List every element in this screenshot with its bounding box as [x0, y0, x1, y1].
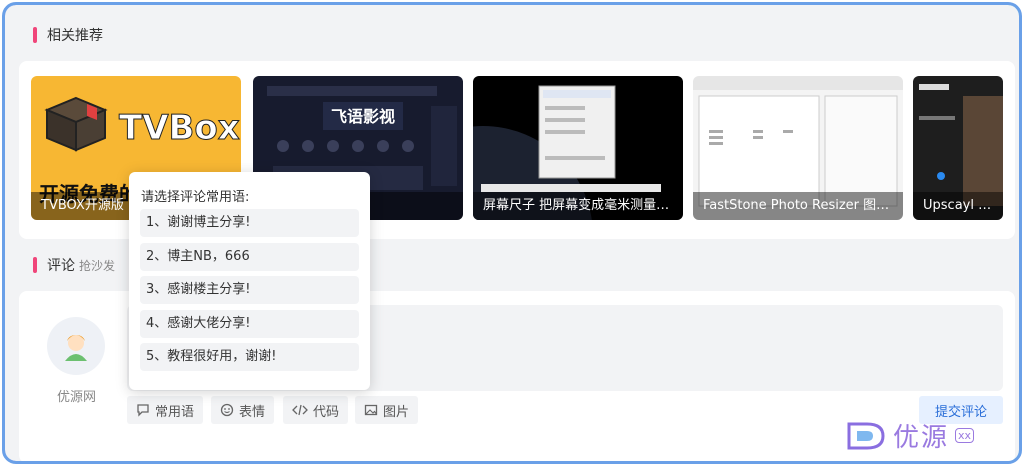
- image-label: 图片: [383, 404, 410, 420]
- phrase-item[interactable]: 5、教程很好用，谢谢!: [140, 343, 359, 371]
- box-icon: [44, 96, 108, 152]
- svg-text:飞语影视: 飞语影视: [331, 107, 395, 126]
- user-name: 优源网: [57, 390, 97, 405]
- watermark-logo-icon: [847, 422, 885, 449]
- phrase-item[interactable]: 1、谢谢博主分享!: [140, 209, 359, 237]
- related-card-3[interactable]: 屏幕尺子 把屏幕变成毫米测量…: [473, 76, 683, 220]
- site-watermark: 优源 xx: [845, 417, 975, 454]
- related-card-4[interactable]: FastStone Photo Resizer 图…: [693, 76, 903, 220]
- avatar: [47, 317, 105, 375]
- emoji-button[interactable]: 表情: [211, 396, 275, 424]
- comments-subtitle: 抢沙发: [79, 258, 116, 273]
- image-button[interactable]: 图片: [355, 396, 419, 424]
- card-caption: FastStone Photo Resizer 图…: [693, 192, 903, 220]
- user-avatar-icon: [65, 335, 87, 361]
- related-header: 相关推荐: [33, 25, 103, 45]
- watermark-text: 优源: [893, 423, 950, 453]
- code-button[interactable]: 代码: [283, 396, 349, 424]
- phrase-item[interactable]: 4、感谢大佬分享!: [140, 310, 359, 338]
- related-title: 相关推荐: [47, 28, 103, 44]
- emoji-label: 表情: [239, 404, 266, 420]
- image-icon: [364, 404, 378, 416]
- popup-title: 请选择评论常用语:: [141, 190, 250, 205]
- code-label: 代码: [313, 404, 340, 420]
- phrases-button[interactable]: 常用语: [127, 396, 204, 424]
- comments-title: 评论: [47, 258, 75, 274]
- card-caption: Upscayl 汉化版: [913, 192, 1003, 220]
- card-brand: TVBox: [119, 108, 241, 149]
- related-card-5[interactable]: Upscayl 汉化版: [913, 76, 1003, 220]
- card-caption: 屏幕尺子 把屏幕变成毫米测量…: [473, 192, 683, 220]
- page-frame: 相关推荐 TVBox 开源免费的 TVBOX开源版 飞语影视 屏幕尺子 把屏幕变…: [2, 2, 1022, 464]
- phrase-popup: 请选择评论常用语: 1、谢谢博主分享! 2、博主NB，666 3、感谢楼主分享!…: [129, 172, 370, 390]
- watermark-badge: xx: [955, 428, 975, 443]
- section-marker: [33, 27, 37, 43]
- phrases-label: 常用语: [155, 404, 195, 420]
- phrase-item[interactable]: 2、博主NB，666: [140, 243, 359, 271]
- comments-header: 评论 抢沙发: [33, 255, 115, 275]
- chat-icon: [137, 404, 149, 417]
- smile-icon: [220, 403, 234, 417]
- phrase-item[interactable]: 3、感谢楼主分享!: [140, 276, 359, 304]
- section-marker: [33, 257, 37, 273]
- code-icon: [292, 404, 308, 416]
